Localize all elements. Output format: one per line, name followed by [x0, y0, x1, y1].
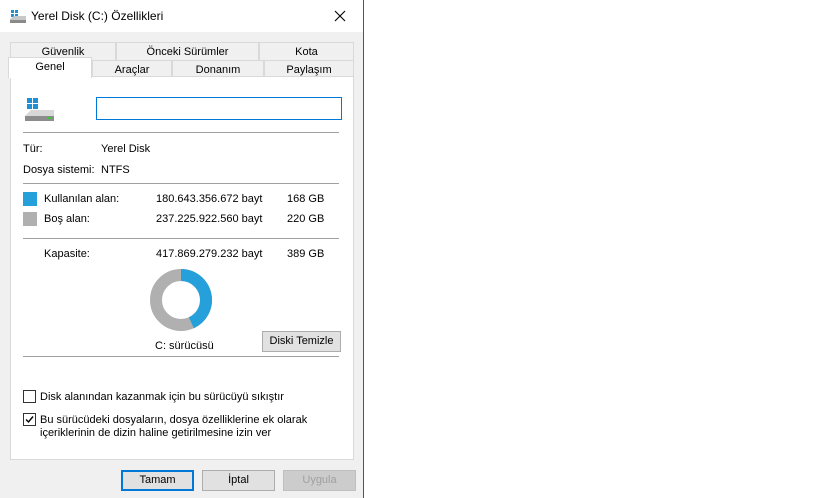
filesystem-label: Dosya sistemi: [23, 164, 95, 176]
divider [23, 132, 339, 133]
ok-button[interactable]: Tamam [121, 470, 194, 491]
index-label-line2: içeriklerinin de dizin haline getirilmes… [40, 427, 272, 439]
button-label: Tamam [139, 474, 176, 486]
used-space-arc [180, 269, 212, 329]
window-title: Yerel Disk (C:) Özellikleri [31, 9, 164, 23]
index-label-line1: Bu sürücüdeki dosyaların, dosya özellikl… [40, 414, 308, 426]
disk-usage-donut [150, 269, 212, 331]
cancel-button[interactable]: İptal [202, 470, 275, 491]
tab-genel[interactable]: Genel [8, 57, 92, 78]
tab-label: Paylaşım [286, 64, 332, 76]
filesystem-value: NTFS [101, 164, 130, 176]
button-label: İptal [228, 474, 249, 486]
tab-label: Kota [295, 46, 318, 58]
tab-label: Donanım [195, 64, 241, 76]
type-label: Tür: [23, 143, 43, 155]
capacity-label: Kapasite: [44, 248, 90, 260]
tab-kota[interactable]: Kota [259, 42, 354, 60]
compress-label: Disk alanından kazanmak için bu sürücüyü… [40, 391, 284, 403]
properties-dialog: Yerel Disk (C:) Özellikleri Güvenlik Önc… [0, 0, 364, 498]
free-space-bytes: 237.225.922.560 bayt [156, 213, 263, 225]
title-bar: Yerel Disk (C:) Özellikleri [0, 0, 363, 32]
used-space-label: Kullanılan alan: [44, 193, 120, 205]
disk-cleanup-button[interactable]: Diski Temizle [262, 331, 341, 352]
used-space-swatch [23, 192, 37, 206]
tab-label: Genel [35, 61, 65, 73]
free-space-label: Boş alan: [44, 213, 90, 225]
divider [23, 183, 339, 184]
close-icon [334, 10, 346, 22]
button-label: Uygula [302, 474, 337, 486]
tab-onceki-surumler[interactable]: Önceki Sürümler [116, 42, 259, 60]
index-checkbox[interactable] [23, 413, 36, 426]
general-panel: Tür: Yerel Disk Dosya sistemi: NTFS Kull… [10, 76, 354, 460]
capacity-bytes: 417.869.279.232 bayt [156, 248, 263, 260]
close-button[interactable] [317, 0, 363, 32]
free-space-gb: 220 GB [287, 213, 325, 225]
button-label: Diski Temizle [269, 335, 334, 347]
tab-label: Araçlar [114, 64, 150, 76]
free-space-swatch [23, 212, 37, 226]
checkmark-icon [25, 416, 34, 424]
capacity-gb: 389 GB [287, 248, 325, 260]
divider [23, 238, 339, 239]
used-space-gb: 168 GB [287, 193, 325, 205]
type-value: Yerel Disk [101, 143, 151, 155]
hard-drive-icon [25, 98, 54, 121]
divider [23, 356, 339, 357]
compress-checkbox[interactable] [23, 390, 36, 403]
tab-label: Önceki Sürümler [146, 46, 229, 58]
used-space-bytes: 180.643.356.672 bayt [156, 193, 263, 205]
drive-name-input[interactable] [96, 97, 342, 120]
drive-icon [10, 10, 26, 23]
drive-label: C: sürücüsü [155, 340, 214, 352]
apply-button[interactable]: Uygula [283, 470, 356, 491]
